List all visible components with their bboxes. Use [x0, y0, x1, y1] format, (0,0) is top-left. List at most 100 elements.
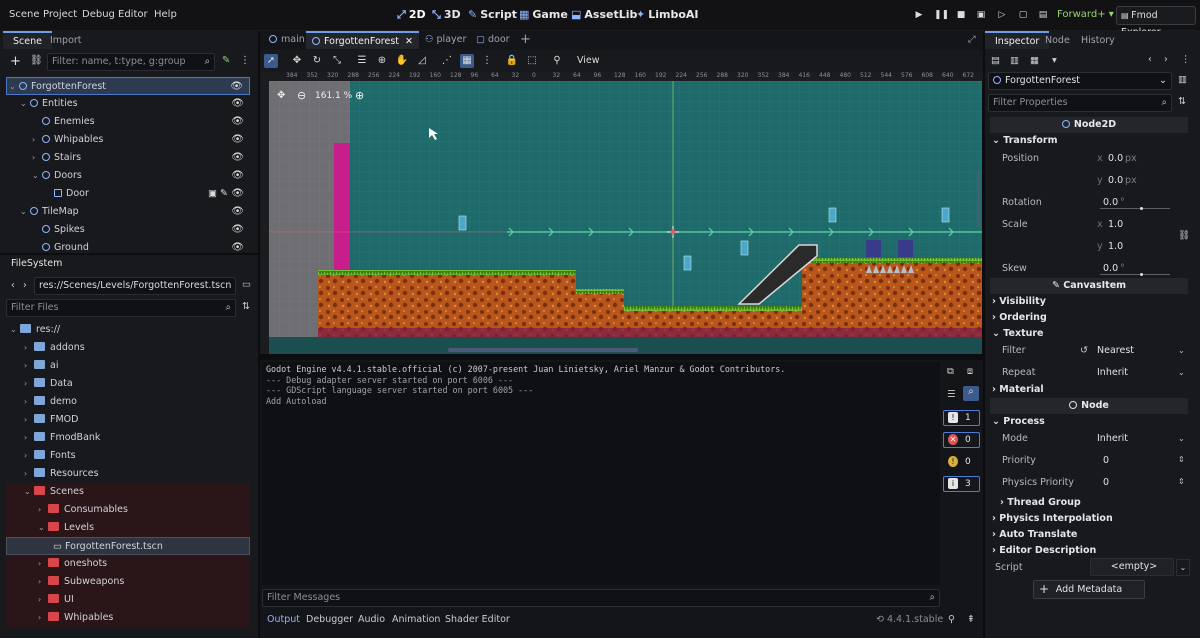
split-view-icon[interactable]: ▭	[242, 279, 251, 290]
bottom-tab-output[interactable]: Output	[267, 614, 300, 625]
object-menu-icon[interactable]: ⋮	[1181, 54, 1191, 65]
history-back-icon[interactable]: ‹	[1148, 54, 1152, 65]
chevron-down-icon[interactable]: ⌄	[20, 203, 30, 221]
scene-filter-input[interactable]: Filter: name, t:type, g:group ⌕	[47, 53, 215, 71]
close-icon[interactable]: ✕	[405, 36, 413, 47]
save-icon[interactable]: ▦	[1030, 55, 1039, 66]
folder-item[interactable]: › FmodBank	[6, 429, 250, 447]
new-resource-icon[interactable]: ▤	[991, 55, 1000, 66]
scale-y-value[interactable]: 1.0	[1108, 241, 1123, 252]
chevron-down-icon[interactable]: ⌄	[20, 95, 30, 113]
stop-icon[interactable]: ■	[955, 10, 967, 21]
play-scene-icon[interactable]: ▷	[996, 10, 1008, 21]
center-view-icon[interactable]: ✥	[277, 90, 285, 101]
skew-slider[interactable]	[1100, 274, 1170, 275]
chevron-right-icon[interactable]: ›	[24, 429, 34, 447]
chevron-right-icon[interactable]: ›	[38, 555, 48, 573]
folder-item[interactable]: › demo	[6, 393, 250, 411]
folder-item[interactable]: › ai	[6, 357, 250, 375]
folder-item[interactable]: › UI	[6, 591, 250, 609]
lock-icon[interactable]: 🔒	[505, 54, 519, 68]
folder-item[interactable]: › Resources	[6, 465, 250, 483]
collapse-icon[interactable]: ☰	[947, 389, 956, 400]
tab-scene[interactable]: Scene	[3, 31, 52, 49]
list-tool-icon[interactable]: ☰	[355, 54, 369, 68]
folder-item[interactable]: › FMOD	[6, 411, 250, 429]
filter-properties-input[interactable]: Filter Properties ⌕	[988, 94, 1172, 112]
menu-editor[interactable]: Editor	[118, 9, 148, 20]
ruler-tool-icon[interactable]: ◿	[415, 54, 429, 68]
back-icon[interactable]: ‹	[11, 280, 15, 291]
scene-tab-main[interactable]: main	[269, 31, 305, 49]
scene-tree-item[interactable]: ⌄ Doors 👁	[6, 167, 250, 185]
visibility-eye-icon[interactable]: 👁	[231, 113, 244, 131]
forward-icon[interactable]: ›	[23, 280, 27, 291]
group-icon[interactable]: ⬚	[525, 54, 539, 68]
instance-icon[interactable]: ▣ ✎	[208, 185, 228, 203]
zoom-in-icon[interactable]: ⊕	[355, 89, 364, 102]
scene-tree-item[interactable]: ⌄ TileMap 👁	[6, 203, 250, 221]
script-dropdown-icon[interactable]: ⌄	[1176, 559, 1190, 576]
section-auto-translate[interactable]: › Auto Translate	[992, 529, 1077, 540]
folder-item[interactable]: ⌄ res://	[6, 321, 250, 339]
visibility-eye-icon[interactable]: 👁	[231, 203, 244, 221]
move-tool-icon[interactable]: ✥	[290, 54, 304, 68]
section-editor-description[interactable]: › Editor Description	[992, 545, 1096, 556]
section-transform[interactable]: ⌄ Transform	[992, 135, 1057, 146]
chevron-right-icon[interactable]: ›	[38, 609, 48, 627]
section-physics-interpolation[interactable]: › Physics Interpolation	[992, 513, 1113, 524]
add-metadata-button[interactable]: + Add Metadata	[1033, 580, 1145, 599]
scale-tool-icon[interactable]: ⤡	[330, 54, 344, 68]
repeat-select[interactable]: Inherit	[1097, 367, 1128, 378]
sort-icon[interactable]: ⇅	[242, 301, 250, 312]
smart-snap-icon[interactable]: ⋰	[440, 54, 454, 68]
menu-help[interactable]: Help	[154, 9, 177, 20]
chevron-right-icon[interactable]: ›	[24, 339, 34, 357]
workspace-script[interactable]: ✎ Script	[468, 8, 517, 21]
chevron-down-icon[interactable]: ⌄	[24, 483, 34, 501]
pan-tool-icon[interactable]: ✋	[395, 54, 409, 68]
menu-project[interactable]: Project	[43, 9, 77, 20]
workspace-limboai[interactable]: ✦ LimboAI	[636, 8, 699, 21]
open-icon[interactable]: ▥	[1010, 55, 1019, 66]
grid-snap-icon[interactable]: ▦	[460, 54, 474, 68]
file-item[interactable]: ▭ ForgottenForest.tscn	[6, 537, 250, 555]
visibility-eye-icon[interactable]: 👁	[231, 221, 244, 239]
visibility-eye-icon[interactable]: 👁	[231, 185, 244, 203]
messages-filter[interactable]: ! 1	[943, 410, 980, 426]
spinner-icon[interactable]: ⇕	[1178, 477, 1185, 486]
filter-options-icon[interactable]: ⋮	[240, 55, 250, 66]
select-tool-icon[interactable]: ➚	[264, 54, 278, 68]
scene-tree-item[interactable]: Enemies 👁	[6, 113, 250, 131]
canvas-viewport[interactable]: ✥ ⊖ 161.1 % ⊕	[269, 81, 982, 354]
horizontal-scrollbar[interactable]	[448, 348, 638, 352]
bottom-tab-shader-editor[interactable]: Shader Editor	[445, 614, 510, 625]
play-custom-icon[interactable]: ▢	[1017, 10, 1029, 21]
chevron-down-icon[interactable]: ⌄	[9, 78, 19, 96]
add-node-icon[interactable]: +	[10, 54, 21, 69]
view-menu[interactable]: View	[577, 55, 600, 66]
folder-item[interactable]: › Consumables	[6, 501, 250, 519]
scene-tree-item[interactable]: ⌄ Entities 👁	[6, 95, 250, 113]
skew-value[interactable]: 0.0	[1103, 263, 1118, 274]
menu-debug[interactable]: Debug	[82, 9, 115, 20]
folder-item[interactable]: › Whipables	[6, 609, 250, 627]
visibility-eye-icon[interactable]: 👁	[231, 167, 244, 185]
pause-icon[interactable]: ❚❚	[934, 10, 949, 21]
bottom-tab-animation[interactable]: Animation	[392, 614, 440, 625]
chevron-right-icon[interactable]: ›	[32, 131, 42, 149]
spinner-icon[interactable]: ⇕	[1178, 455, 1185, 464]
priority-value[interactable]: 0	[1103, 455, 1109, 466]
folder-item[interactable]: › Subweapons	[6, 573, 250, 591]
rotation-slider-knob[interactable]	[1140, 207, 1143, 210]
chevron-right-icon[interactable]: ›	[24, 447, 34, 465]
filter-messages-input[interactable]: Filter Messages ⌕	[262, 589, 940, 607]
workspace-3d[interactable]: ⤡ 3D	[432, 8, 461, 22]
search-toggle-icon[interactable]: ⌕	[963, 386, 979, 401]
renderer-select[interactable]: Forward+ ▾	[1057, 9, 1114, 20]
files-filter-input[interactable]: Filter Files ⌕	[6, 299, 236, 317]
bottom-tab-debugger[interactable]: Debugger	[306, 614, 353, 625]
scene-tree-item[interactable]: Door ▣ ✎ 👁	[6, 185, 250, 203]
visibility-eye-icon[interactable]: 👁	[231, 131, 244, 149]
scene-tab-player[interactable]: ⚇ player	[425, 31, 466, 49]
